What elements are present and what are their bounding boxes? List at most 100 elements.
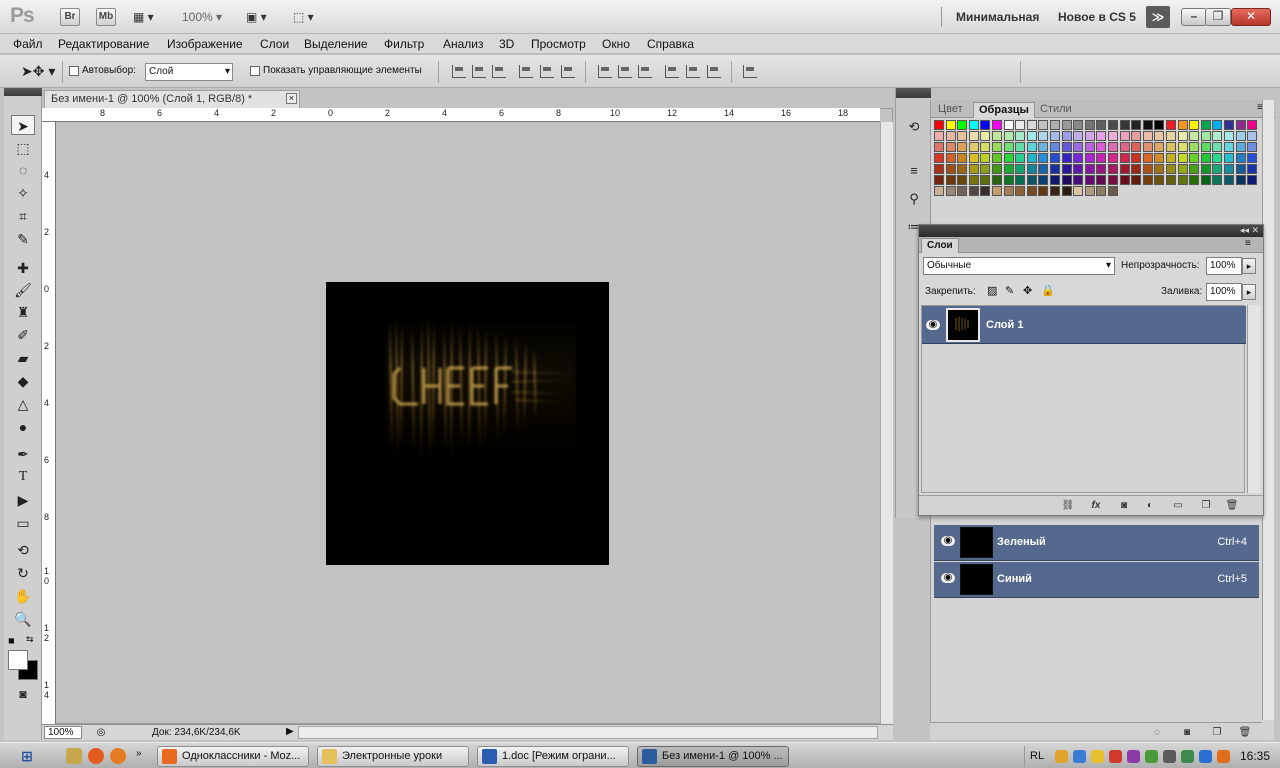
color-swatch[interactable] [945,142,956,152]
distribute-top-edges-icon[interactable] [598,65,612,78]
color-swatch[interactable] [1200,131,1211,141]
color-swatch[interactable] [1038,175,1049,185]
color-swatch[interactable] [1142,142,1153,152]
distribute-bottom-edges-icon[interactable] [638,65,652,78]
color-swatch[interactable] [1096,164,1107,174]
color-swatch[interactable] [1108,153,1118,163]
color-swatch[interactable] [1050,142,1060,152]
pen-tool-icon[interactable]: ✒ [11,444,35,464]
color-swatch[interactable] [1235,142,1246,152]
color-swatch[interactable] [1050,153,1060,163]
color-swatch[interactable] [934,186,944,196]
color-swatch[interactable] [1131,142,1142,152]
tray-app-icon[interactable] [1217,750,1230,763]
color-swatch[interactable] [1200,164,1211,174]
menu-analysis[interactable]: Анализ [443,37,484,51]
channel-row[interactable]: ◉ Синий Ctrl+5 [934,562,1259,598]
color-swatch[interactable] [1212,153,1223,163]
new-layer-icon[interactable]: ❐ [1199,499,1213,512]
taskbar-item-word[interactable]: 1.doc [Режим ограни... [477,746,629,767]
color-swatch[interactable] [1224,175,1234,185]
color-swatch[interactable] [1026,175,1037,185]
color-swatch[interactable] [1038,142,1049,152]
color-swatch[interactable] [968,142,979,152]
eye-icon[interactable]: ◉ [926,320,940,330]
menu-edit[interactable]: Редактирование [58,37,149,51]
color-swatch[interactable] [980,142,991,152]
restore-button[interactable]: ❐ [1205,8,1231,26]
color-swatch[interactable] [957,142,968,152]
color-swatch[interactable] [1084,142,1095,152]
color-swatch[interactable] [1084,153,1095,163]
align-left-edges-icon[interactable] [519,65,533,78]
brush-presets-icon[interactable]: ≡ [905,162,923,180]
shield-icon[interactable] [1091,750,1104,763]
color-swatch[interactable] [1177,164,1188,174]
autoselect-checkbox[interactable] [69,66,79,76]
color-swatch[interactable] [1154,131,1165,141]
color-swatch[interactable] [1061,164,1072,174]
menu-layers[interactable]: Слои [260,37,289,51]
rectangle-tool-icon[interactable]: ▭ [11,513,35,533]
history-panel-icon[interactable]: ⟲ [905,118,923,136]
color-swatch[interactable] [980,186,991,196]
align-horizontal-centers-icon[interactable] [540,65,554,78]
color-swatch[interactable] [1154,175,1165,185]
color-swatch[interactable] [1224,120,1234,130]
color-swatch[interactable] [1142,164,1153,174]
color-swatch[interactable] [1108,175,1118,185]
color-swatch[interactable] [934,142,944,152]
color-swatch[interactable] [1073,142,1084,152]
align-top-edges-icon[interactable] [452,65,466,78]
show-desktop-icon[interactable] [66,748,82,764]
status-menu-icon[interactable]: ◎ [94,726,108,739]
color-swatch[interactable] [992,142,1002,152]
horizontal-ruler[interactable]: 8 6 4 2 0 2 4 6 8 10 12 14 16 18 [55,108,880,122]
brush-tool-icon[interactable]: 🖌 [11,280,35,300]
workspace-new-in-cs5[interactable]: Новое в CS 5 [1058,10,1136,24]
eraser-tool-icon[interactable]: ▰ [11,348,35,368]
color-swatch[interactable] [1224,164,1234,174]
blur-tool-icon[interactable]: △ [11,394,35,414]
color-swatch[interactable] [1177,153,1188,163]
opera-icon[interactable] [88,748,104,764]
color-swatch[interactable] [1096,142,1107,152]
fill-input[interactable]: 100% [1206,283,1242,301]
color-swatch[interactable] [945,131,956,141]
color-swatch[interactable] [992,186,1002,196]
eye-icon[interactable]: ◉ [941,536,955,546]
marquee-tool-icon[interactable]: ⬚ [11,138,35,158]
color-swatch[interactable] [1015,175,1026,185]
align-vertical-centers-icon[interactable] [472,65,486,78]
delete-layer-icon[interactable]: 🗑 [1225,499,1239,512]
color-swatch[interactable] [1050,164,1060,174]
color-swatch[interactable] [1108,131,1118,141]
lock-image-pixels-icon[interactable]: ✎ [1005,284,1014,297]
foreground-color-swatch[interactable] [8,650,28,670]
color-swatch[interactable] [1096,153,1107,163]
color-swatch[interactable] [1247,164,1258,174]
color-swatch[interactable] [945,186,956,196]
workspace-minimal[interactable]: Минимальная [956,10,1039,24]
crop-tool-icon[interactable]: ⌗ [11,206,35,226]
blend-mode-select[interactable]: Обычные ▾ [923,257,1115,275]
color-swatch[interactable] [1084,120,1095,130]
default-colors-icon[interactable]: ◼ [8,636,16,645]
color-swatch[interactable] [968,131,979,141]
color-swatch[interactable] [945,153,956,163]
color-swatch[interactable] [1166,131,1176,141]
distribute-right-edges-icon[interactable] [707,65,721,78]
zoom-field[interactable]: 100% [44,726,82,739]
lock-transparency-icon[interactable]: ▨ [987,284,997,297]
taskbar-item-browser[interactable]: Одноклассники - Moz... [157,746,309,767]
color-swatch[interactable] [957,175,968,185]
tab-swatches[interactable]: Образцы [973,102,1035,118]
show-transform-controls-checkbox[interactable] [250,66,260,76]
color-swatch[interactable] [934,164,944,174]
color-swatch[interactable] [1061,131,1072,141]
color-swatch[interactable] [1166,153,1176,163]
move-tool-icon[interactable]: ➤ [11,115,35,135]
color-swatch[interactable] [1061,120,1072,130]
new-group-icon[interactable]: ▭ [1171,499,1185,512]
color-swatch[interactable] [945,164,956,174]
